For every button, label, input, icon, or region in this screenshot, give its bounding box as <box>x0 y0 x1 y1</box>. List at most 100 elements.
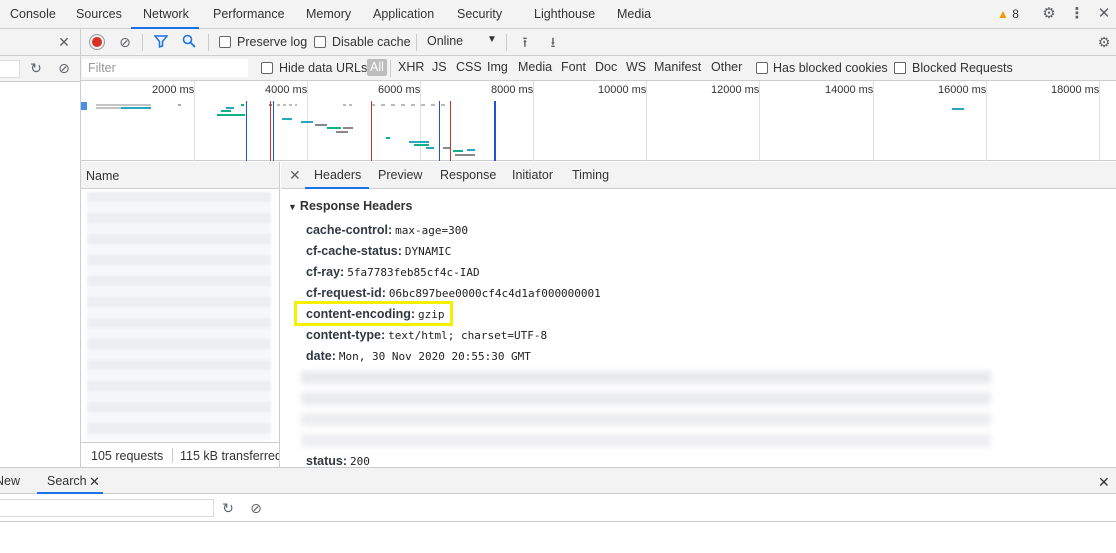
waterfall-bar <box>343 104 355 106</box>
tab-initiator[interactable]: Initiator <box>512 168 553 182</box>
export-har-icon[interactable]: ⭳ <box>545 34 561 50</box>
waterfall-bar <box>277 104 297 106</box>
clear-icon[interactable]: ⊘ <box>248 500 264 516</box>
close-devtools-icon[interactable]: ✕ <box>1096 6 1112 22</box>
refresh-icon[interactable]: ↻ <box>220 500 236 516</box>
filter-type-ws[interactable]: WS <box>626 60 646 74</box>
blurred-header-rows <box>301 368 991 454</box>
waterfall-bar <box>315 124 327 126</box>
waterfall-bar <box>81 102 87 110</box>
search-input[interactable] <box>0 499 214 517</box>
blocked-requests-label: Blocked Requests <box>912 61 1013 75</box>
header-row: content-type: text/html; charset=UTF-8 <box>306 328 547 342</box>
request-list: Name 105 requests 115 kB transferred <box>81 162 280 467</box>
disable-cache-checkbox[interactable] <box>314 36 326 48</box>
drawer-tab-search[interactable]: Search <box>47 474 87 488</box>
left-panel: ✕ ↻ ⊘ <box>0 29 81 467</box>
network-settings-gear-icon[interactable]: ⚙ <box>1096 34 1112 50</box>
divider <box>172 448 173 463</box>
tab-memory[interactable]: Memory <box>302 0 355 29</box>
header-row: cache-control: max-age=300 <box>306 223 468 237</box>
close-icon[interactable]: ✕ <box>56 34 72 50</box>
active-tab-indicator <box>305 187 369 189</box>
hide-data-urls-checkbox[interactable] <box>261 62 273 74</box>
tab-lighthouse[interactable]: Lighthouse <box>530 0 599 29</box>
header-row: cf-ray: 5fa7783feb85cf4c-IAD <box>306 265 480 279</box>
throttling-select[interactable]: Online ▼ <box>427 34 497 48</box>
close-search-tab-icon[interactable]: ✕ <box>89 474 100 490</box>
settings-gear-icon[interactable]: ⚙ <box>1041 6 1057 22</box>
tab-security[interactable]: Security <box>453 0 506 29</box>
blocked-requests-checkbox[interactable] <box>894 62 906 74</box>
tab-console[interactable]: Console <box>6 0 60 29</box>
header-key: cache-control: <box>306 223 393 237</box>
throttling-value: Online <box>427 34 464 48</box>
warnings-counter[interactable]: ▲ 8 <box>997 7 1019 21</box>
devtools-tab-bar: Console Sources Network Performance Memo… <box>0 0 1116 29</box>
header-key: cf-cache-status: <box>306 244 402 258</box>
name-column-header[interactable]: Name <box>81 162 279 189</box>
left-search-input[interactable] <box>0 60 20 78</box>
left-panel-search-row: ↻ ⊘ <box>0 56 80 82</box>
network-summary-bar: 105 requests 115 kB transferred <box>81 442 279 467</box>
has-blocked-cookies-checkbox[interactable] <box>756 62 768 74</box>
tab-sources[interactable]: Sources <box>72 0 126 29</box>
tab-response[interactable]: Response <box>440 168 496 182</box>
tab-application[interactable]: Application <box>369 0 438 29</box>
tab-preview[interactable]: Preview <box>378 168 422 182</box>
name-column-label: Name <box>86 169 120 183</box>
triangle-down-icon: ▼ <box>288 202 297 212</box>
filter-type-media[interactable]: Media <box>518 60 552 74</box>
dom-content-loaded-marker <box>439 101 440 161</box>
close-details-icon[interactable]: ✕ <box>289 167 301 184</box>
filter-type-all[interactable]: All <box>367 59 387 76</box>
filter-type-css[interactable]: CSS <box>456 60 482 74</box>
waterfall-bar <box>217 114 245 116</box>
filter-input[interactable]: Filter <box>82 59 248 77</box>
filter-type-img[interactable]: Img <box>487 60 508 74</box>
drawer-tab-new[interactable]: New <box>0 474 20 488</box>
tab-performance[interactable]: Performance <box>209 0 289 29</box>
filter-type-doc[interactable]: Doc <box>595 60 617 74</box>
waterfall-bar <box>426 147 434 149</box>
tab-headers[interactable]: Headers <box>314 168 361 182</box>
request-count: 105 requests <box>91 449 164 463</box>
tab-media[interactable]: Media <box>613 0 655 29</box>
tab-network[interactable]: Network <box>139 0 193 29</box>
warnings-count: 8 <box>1012 7 1019 21</box>
tick-label: 12000 ms <box>711 84 760 96</box>
tab-timing[interactable]: Timing <box>572 168 609 182</box>
filter-funnel-icon[interactable] <box>153 34 169 50</box>
filter-type-other[interactable]: Other <box>711 60 742 74</box>
clear-icon[interactable]: ⊘ <box>56 60 72 76</box>
network-overview-timeline[interactable]: 2000 ms 4000 ms 6000 ms 8000 ms 10000 ms… <box>81 81 1116 161</box>
header-value: 06bc897bee0000cf4c4d1af000000001 <box>388 287 601 300</box>
waterfall-bar <box>386 137 390 139</box>
header-value: max-age=300 <box>395 224 468 237</box>
header-row: cf-cache-status: DYNAMIC <box>306 244 451 258</box>
filter-type-manifest[interactable]: Manifest <box>654 60 701 74</box>
refresh-icon[interactable]: ↻ <box>28 60 44 76</box>
load-marker <box>371 101 372 161</box>
blurred-request-rows[interactable] <box>87 192 271 440</box>
more-menu-icon[interactable]: ⋮ <box>1069 6 1085 22</box>
close-drawer-icon[interactable]: ✕ <box>1098 474 1110 491</box>
transferred-size: 115 kB transferred <box>180 449 279 463</box>
header-key: cf-ray: <box>306 265 345 279</box>
response-headers-section-toggle[interactable]: ▼ Response Headers <box>288 199 412 213</box>
record-button[interactable] <box>90 35 104 49</box>
clear-log-icon[interactable]: ⊘ <box>117 34 133 50</box>
filter-type-xhr[interactable]: XHR <box>398 60 424 74</box>
filter-type-font[interactable]: Font <box>561 60 586 74</box>
search-icon[interactable] <box>181 34 197 50</box>
tick-label: 2000 ms <box>152 84 195 96</box>
import-har-icon[interactable]: ⭱ <box>517 34 533 50</box>
header-key: status: <box>306 454 347 468</box>
divider <box>390 60 391 77</box>
waterfall-bar <box>414 144 429 146</box>
preserve-log-checkbox[interactable] <box>219 36 231 48</box>
tick-label: 8000 ms <box>491 84 534 96</box>
waterfall-bar <box>241 104 244 106</box>
filter-type-js[interactable]: JS <box>432 60 447 74</box>
warning-icon: ▲ <box>997 7 1009 21</box>
